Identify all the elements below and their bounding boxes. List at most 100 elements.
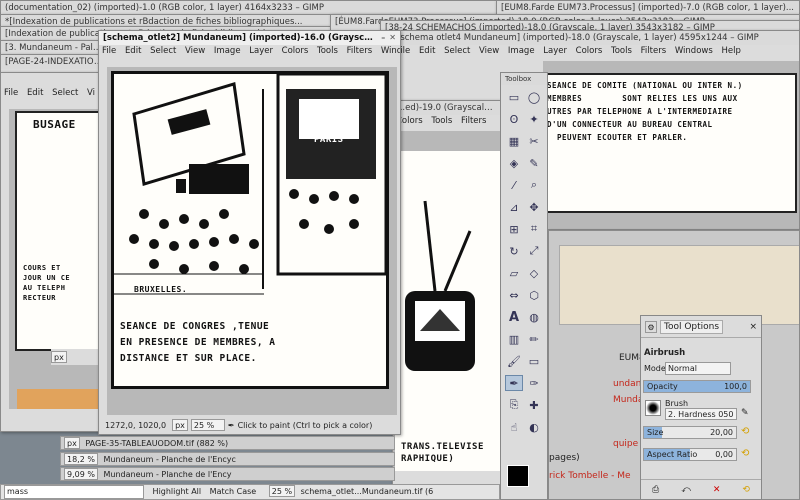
menu-help[interactable]: Help xyxy=(721,46,740,56)
minimize-icon[interactable]: – xyxy=(381,31,385,45)
tool-options-panel: ⚙ Tool Options × Airbrush Mode: Normal O… xyxy=(640,315,762,500)
menu-colors[interactable]: Colors xyxy=(282,46,309,56)
unit-select[interactable]: px xyxy=(172,419,188,431)
move-icon[interactable]: ✥ xyxy=(525,199,543,215)
scale-icon[interactable]: ⤢ xyxy=(525,243,543,259)
menu-file[interactable]: File xyxy=(102,46,116,56)
mode-select[interactable]: Normal xyxy=(665,362,731,375)
congres-illustration xyxy=(114,74,386,295)
image-canvas-main[interactable]: PARIS BRUXELLES. SEANCE DE CONGRES ,TENU… xyxy=(107,67,397,415)
menu-edit[interactable]: Edit xyxy=(27,88,43,98)
menu-image[interactable]: Image xyxy=(214,46,241,56)
menu-layer[interactable]: Layer xyxy=(249,46,273,56)
gimp-window-television[interactable]: ...ed)-19.0 (Grayscale, 1 lay... Colors … xyxy=(392,100,502,500)
menu-view[interactable]: Vi xyxy=(87,88,95,98)
menu-tools[interactable]: Tools xyxy=(611,46,632,56)
ellipse-select-icon[interactable]: ◯ xyxy=(525,89,543,105)
rotate-icon[interactable]: ↻ xyxy=(505,243,523,259)
ink-icon[interactable]: ✑ xyxy=(525,375,543,391)
zoom-select[interactable]: 25 % xyxy=(268,485,296,497)
menu-image[interactable]: Image xyxy=(508,46,535,56)
menu-filters[interactable]: Filters xyxy=(347,46,372,56)
zoom-select[interactable]: 25 % xyxy=(190,419,225,431)
unit-select[interactable]: px xyxy=(64,437,80,449)
file-name: Mundaneum - Planche de l'Ency xyxy=(103,470,232,479)
color-select-icon[interactable]: ▦ xyxy=(505,133,523,149)
menu-select[interactable]: Select xyxy=(150,46,176,56)
gimp-window-schema-otlet2[interactable]: [schema_otlet2] Mundaneum] (imported)-16… xyxy=(98,30,401,435)
match-case-button[interactable]: Match Case xyxy=(210,487,257,496)
zoom-select[interactable]: 18,2 % xyxy=(64,453,98,465)
menu-select[interactable]: Select xyxy=(52,88,78,98)
crop-icon[interactable]: ⌗ xyxy=(525,221,543,237)
zoom-icon[interactable]: ⌕ xyxy=(525,177,543,193)
text-tool-icon[interactable]: A xyxy=(505,309,523,325)
align-icon[interactable]: ⊞ xyxy=(505,221,523,237)
reset-options-icon[interactable]: ⟲ xyxy=(742,485,750,495)
menu-select[interactable]: Select xyxy=(444,46,470,56)
window-title: ...ed)-19.0 (Grayscale, 1 lay... xyxy=(397,103,497,113)
shear-icon[interactable]: ▱ xyxy=(505,265,523,281)
menu-windows[interactable]: Windows xyxy=(675,46,713,56)
gimp-window-left-busage[interactable]: File Edit Select Vi BUSAGE COURS ET JOUR… xyxy=(0,72,110,432)
delete-options-icon[interactable]: ✕ xyxy=(713,485,721,495)
menu-view[interactable]: View xyxy=(185,46,205,56)
close-icon[interactable]: × xyxy=(749,322,757,332)
menu-filters[interactable]: Filters xyxy=(641,46,666,56)
unit-select-left[interactable]: px xyxy=(51,351,67,363)
brush-select[interactable]: 2. Hardness 050 xyxy=(665,408,737,420)
eraser-icon[interactable]: ▭ xyxy=(525,353,543,369)
paths-icon[interactable]: ✎ xyxy=(525,155,543,171)
dodge-icon[interactable]: ◐ xyxy=(525,419,543,435)
clone-icon[interactable]: ⎘ xyxy=(505,397,523,413)
window-strip-planche-2[interactable]: 9,09 % Mundaneum - Planche de l'Ency xyxy=(60,467,395,481)
window-strip-page35[interactable]: px PAGE-35-TABLEAUODOM.tif (882 %) xyxy=(60,436,395,450)
measure-icon[interactable]: ⊿ xyxy=(505,199,523,215)
size-slider[interactable]: Size 20,00 xyxy=(643,426,737,439)
heal-icon[interactable]: ✚ xyxy=(525,397,543,413)
foreground-color-swatch[interactable] xyxy=(507,465,529,487)
size-reset-icon[interactable]: ⟲ xyxy=(741,426,749,437)
scissors-icon[interactable]: ✂ xyxy=(525,133,543,149)
smudge-icon[interactable]: ☝ xyxy=(505,419,523,435)
airbrush-tool-icon[interactable]: ✒ xyxy=(505,375,523,391)
zoom-select[interactable]: 9,09 % xyxy=(64,468,98,480)
restore-options-icon[interactable]: ⤺ xyxy=(681,485,691,495)
blend-icon[interactable]: ▥ xyxy=(505,331,523,347)
menu-tools[interactable]: Tools xyxy=(431,116,452,126)
aspect-reset-icon[interactable]: ⟲ xyxy=(741,448,749,459)
cursor-coords: 1272,0, 1020,0 xyxy=(105,420,167,430)
menu-colors[interactable]: Colors xyxy=(576,46,603,56)
opacity-slider[interactable]: Opacity 100,0 xyxy=(643,380,751,393)
brush-preview[interactable] xyxy=(645,400,661,416)
foreground-select-icon[interactable]: ◈ xyxy=(505,155,523,171)
free-select-icon[interactable]: ʘ xyxy=(505,111,523,127)
aspect-slider[interactable]: Aspect Ratio 0,00 xyxy=(643,448,737,461)
menu-windows[interactable]: Windows xyxy=(381,46,400,56)
window-strip-planche-1[interactable]: 18,2 % Mundaneum - Planche de l'Encyc xyxy=(60,452,395,466)
menu-view[interactable]: View xyxy=(479,46,499,56)
tool-options-title[interactable]: Tool Options xyxy=(660,319,724,334)
paintbrush-icon[interactable]: 🖌 xyxy=(505,353,523,369)
find-input[interactable]: mass xyxy=(4,485,144,499)
close-icon[interactable]: ✕ xyxy=(389,31,396,45)
image-canvas-tv[interactable]: TRANS.TELEVISE RAPHIQUE) xyxy=(393,131,501,471)
pencil-icon[interactable]: ✏ xyxy=(525,331,543,347)
color-picker-icon[interactable]: ⁄ xyxy=(505,177,523,193)
fuzzy-select-icon[interactable]: ✦ xyxy=(525,111,543,127)
perspective-icon[interactable]: ◇ xyxy=(525,265,543,281)
menu-filters[interactable]: Filters xyxy=(461,116,486,126)
brush-edit-icon[interactable]: ✎ xyxy=(741,408,749,418)
cage-icon[interactable]: ⬡ xyxy=(525,287,543,303)
rect-select-icon[interactable]: ▭ xyxy=(505,89,523,105)
menu-file[interactable]: File xyxy=(4,88,18,98)
menu-tools[interactable]: Tools xyxy=(317,46,338,56)
save-options-icon[interactable]: ⎙ xyxy=(652,485,659,495)
menu-edit[interactable]: Edit xyxy=(419,46,435,56)
bucket-fill-icon[interactable]: ◍ xyxy=(525,309,543,325)
image-canvas[interactable]: SEANCE DE COMITE (NATIONAL OU INTER N.) … xyxy=(543,61,799,229)
flip-icon[interactable]: ⇔ xyxy=(505,287,523,303)
highlight-all-button[interactable]: Highlight All xyxy=(153,487,202,496)
menu-edit[interactable]: Edit xyxy=(125,46,141,56)
menu-layer[interactable]: Layer xyxy=(543,46,567,56)
